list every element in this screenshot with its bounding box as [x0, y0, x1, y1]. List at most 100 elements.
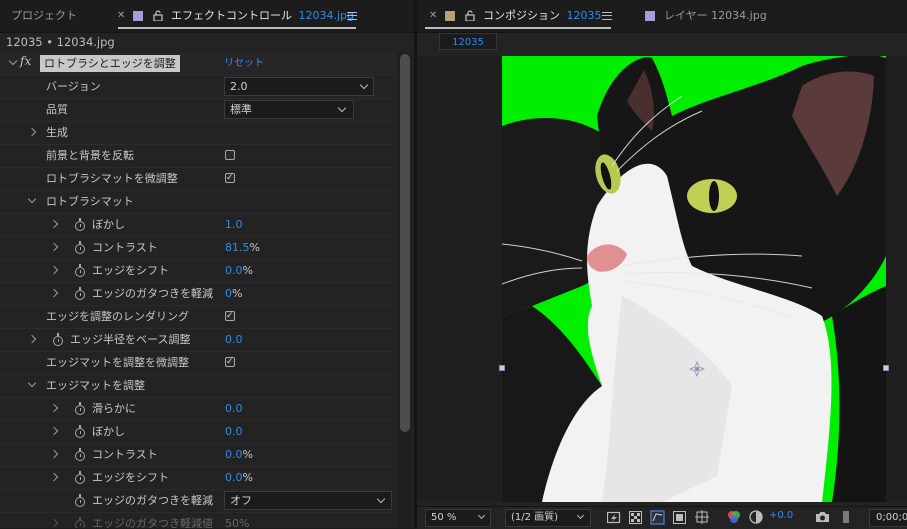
property-value[interactable]: 0.0	[225, 448, 243, 461]
dropdown-value: 標準	[230, 103, 252, 116]
property-label: バージョン	[46, 80, 101, 93]
layer-handle-right[interactable]	[883, 365, 889, 371]
menu-icon[interactable]	[602, 12, 612, 20]
dropdown-chevron-icon	[576, 511, 585, 520]
chevron-right-icon[interactable]	[49, 242, 59, 252]
stopwatch-icon[interactable]	[75, 218, 85, 231]
tab-composition-label: コンポジション	[483, 9, 560, 22]
dropdown-value: 2.0	[230, 80, 248, 93]
dropdown-chevron-icon	[337, 103, 347, 113]
check-icon: ✓	[226, 173, 234, 183]
stopwatch-icon[interactable]	[75, 264, 85, 277]
stopwatch-icon[interactable]	[75, 287, 85, 300]
property-label: エッジマットを調整	[46, 379, 145, 392]
tab-project[interactable]: プロジェクト	[11, 0, 77, 32]
property-label: ロトブラシマットを微調整	[46, 172, 178, 185]
property-label: ぼかし	[92, 218, 125, 231]
stopwatch-icon[interactable]	[75, 241, 85, 254]
tab-layer[interactable]: レイヤー 12034.jpg	[664, 0, 767, 32]
property-row: 品質 標準	[0, 98, 396, 122]
quality-dropdown[interactable]: 標準	[224, 100, 354, 119]
invert-checkbox[interactable]	[225, 150, 235, 160]
scrollbar-thumb[interactable]	[400, 54, 410, 432]
property-label: コントラスト	[92, 241, 158, 254]
unit: %	[242, 471, 253, 484]
chevron-right-icon[interactable]	[49, 288, 59, 298]
version-dropdown[interactable]: 2.0	[224, 77, 374, 96]
refine-matte-checkbox[interactable]: ✓	[225, 173, 235, 183]
unit: %	[242, 448, 253, 461]
property-row: エッジを調整のレンダリング ✓	[0, 305, 396, 329]
reduce-chatter-dropdown[interactable]: オフ	[224, 491, 392, 510]
color-wheel-icon[interactable]	[727, 510, 741, 524]
property-label: 前景と背景を反転	[46, 149, 134, 162]
dropdown-chevron-icon	[376, 494, 386, 504]
chevron-right-icon	[49, 518, 59, 528]
close-icon[interactable]: ✕	[117, 10, 125, 21]
property-label: コントラスト	[92, 448, 158, 461]
chevron-right-icon[interactable]	[49, 426, 59, 436]
stopwatch-icon[interactable]	[75, 494, 85, 507]
transparency-grid-icon[interactable]	[629, 511, 642, 524]
property-value[interactable]: 0.0	[225, 264, 243, 277]
dropdown-chevron-icon	[359, 80, 369, 90]
chevron-right-icon[interactable]	[49, 219, 59, 229]
composition-viewer[interactable]	[417, 56, 907, 502]
timecode-field[interactable]: 0;00;00	[869, 509, 907, 527]
chevron-right-icon[interactable]	[27, 127, 37, 137]
stopwatch-icon[interactable]	[75, 402, 85, 415]
dropdown-chevron-icon	[477, 511, 486, 520]
timecode-value: 0;00;00	[876, 512, 907, 523]
chevron-down-icon[interactable]	[8, 56, 18, 66]
property-value[interactable]: 1.0	[225, 213, 243, 236]
property-value-group: 0.0%	[225, 443, 253, 466]
reset-link[interactable]: リセット	[224, 52, 264, 75]
camera-icon[interactable]	[815, 511, 830, 523]
zoom-dropdown[interactable]: 50 %	[425, 509, 491, 527]
chevron-down-icon[interactable]	[27, 194, 37, 204]
property-value[interactable]: 0.0	[225, 397, 243, 420]
layer-handle-left[interactable]	[499, 365, 505, 371]
mask-toggle-icon[interactable]	[650, 510, 665, 525]
lock-icon[interactable]	[465, 10, 475, 21]
property-row: コントラスト 81.5%	[0, 236, 396, 260]
property-value[interactable]: 0.0	[225, 471, 243, 484]
tab-effect-controls-label: エフェクトコントロール	[171, 9, 292, 22]
effect-name[interactable]: ロトブラシとエッジを調整	[40, 55, 180, 72]
comp-navigator-button[interactable]: 12035	[439, 33, 497, 50]
guides-icon[interactable]	[695, 510, 709, 524]
lock-icon[interactable]	[153, 10, 163, 21]
chevron-down-icon[interactable]	[27, 378, 37, 388]
menu-icon[interactable]	[347, 12, 357, 20]
show-snapshot-icon[interactable]	[841, 510, 851, 524]
exposure-icon[interactable]	[749, 510, 763, 524]
stopwatch-icon[interactable]	[75, 471, 85, 484]
stopwatch-icon[interactable]	[75, 448, 85, 461]
refine-edge-matte-checkbox[interactable]: ✓	[225, 357, 235, 367]
fast-previews-icon[interactable]	[607, 511, 621, 524]
chevron-right-icon[interactable]	[49, 265, 59, 275]
property-value[interactable]: 0.0	[225, 420, 243, 443]
property-value[interactable]: 0.0	[225, 328, 243, 351]
property-value[interactable]: 81.5	[225, 241, 250, 254]
chevron-right-icon[interactable]	[49, 472, 59, 482]
label-color-swatch	[645, 11, 655, 21]
property-row-disabled: エッジのガタつき軽減値 50%	[0, 512, 396, 528]
resolution-dropdown[interactable]: (1/2 画質)	[505, 509, 591, 527]
property-row: ぼかし 1.0	[0, 213, 396, 237]
anchor-point-icon[interactable]	[689, 361, 705, 377]
fx-toggle[interactable]: fx	[20, 54, 31, 68]
region-of-interest-icon[interactable]	[673, 511, 686, 524]
render-refine-edge-checkbox[interactable]: ✓	[225, 311, 235, 321]
property-value[interactable]: 0	[225, 287, 232, 300]
property-label: エッジのガタつきを軽減	[92, 287, 213, 300]
stopwatch-icon[interactable]	[53, 333, 63, 346]
chevron-right-icon[interactable]	[49, 449, 59, 459]
chevron-right-icon[interactable]	[27, 334, 37, 344]
chevron-right-icon[interactable]	[49, 403, 59, 413]
close-icon[interactable]: ✕	[429, 10, 437, 21]
property-label: ロトブラシマット	[46, 195, 134, 208]
exposure-value[interactable]: +0.0	[769, 510, 793, 521]
dropdown-value: オフ	[230, 494, 252, 507]
stopwatch-icon[interactable]	[75, 425, 85, 438]
